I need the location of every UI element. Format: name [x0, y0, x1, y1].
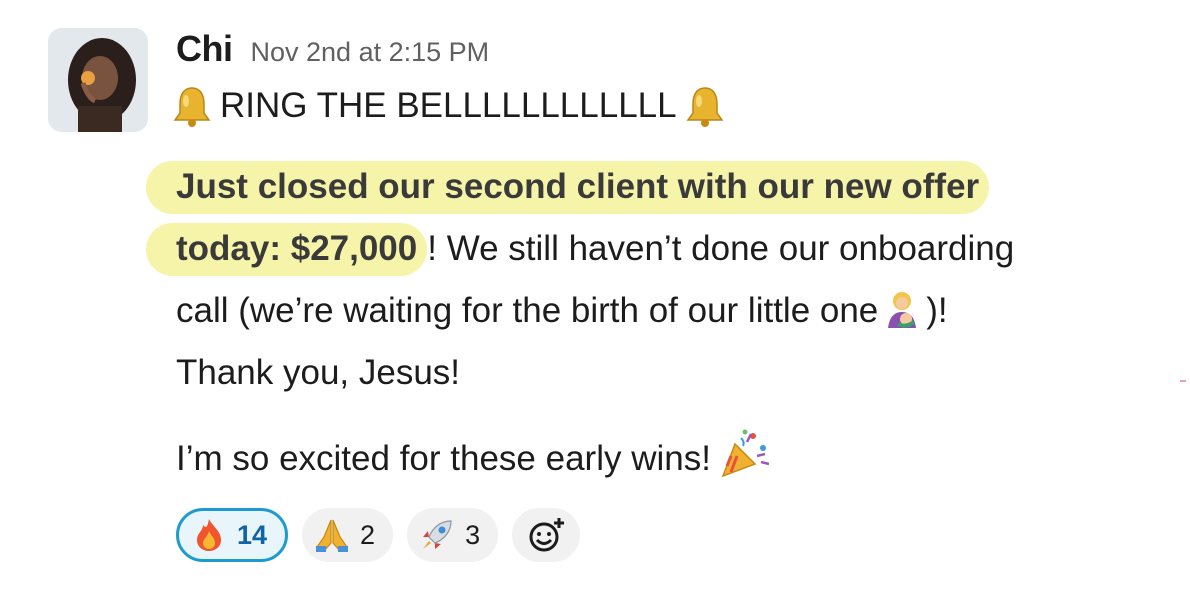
body-text: )!: [926, 291, 948, 330]
body-line: Thank you, Jesus!: [176, 353, 461, 392]
reactions-bar: 14 2 3: [176, 508, 1176, 562]
body-line: today: $27,000! We still haven’t done ou…: [146, 218, 1176, 280]
reaction-fire[interactable]: 14: [176, 508, 289, 562]
author-name[interactable]: Chi: [176, 28, 233, 70]
rocket-emoji: [423, 520, 452, 549]
body-line: Just closed our second client with our n…: [146, 156, 1176, 218]
add-reaction-button[interactable]: [512, 508, 581, 562]
avatar[interactable]: [48, 28, 148, 132]
avatar-photo: [48, 28, 148, 132]
body-text: I’m so excited for these early wins!: [176, 439, 711, 478]
reaction-count: 2: [360, 519, 376, 550]
message: Chi Nov 2nd at 2:15 PM RING THE BELLLLLL…: [146, 28, 1176, 562]
message-body: Just closed our second client with our n…: [146, 156, 1176, 490]
highlighted-text: Just closed our second client with our n…: [146, 161, 990, 214]
party-popper-emoji: [721, 429, 770, 478]
reaction-folded-hands[interactable]: 2: [302, 508, 394, 562]
bell-icon: [686, 87, 724, 127]
reaction-count: 14: [237, 519, 268, 550]
body-text: call (we’re waiting for the birth of our…: [176, 291, 879, 330]
body-line: I’m so excited for these early wins!: [176, 426, 1176, 490]
fire-emoji: [197, 519, 221, 551]
message-headline: RING THE BELLLLLLLLLLLL: [173, 78, 1176, 134]
breastfeeding-emoji: [888, 292, 917, 328]
add-reaction-icon: [529, 518, 565, 552]
folded-hands-emoji: [316, 519, 349, 552]
reaction-rocket[interactable]: 3: [407, 508, 499, 562]
body-line: call (we’re waiting for the birth of our…: [176, 280, 1176, 342]
reaction-count: 3: [465, 519, 481, 550]
bell-icon: [173, 87, 211, 127]
highlighted-text: today: $27,000: [146, 223, 428, 276]
body-text: ! We still haven’t done our onboarding: [427, 229, 1015, 268]
message-header: Chi Nov 2nd at 2:15 PM: [176, 28, 1176, 78]
timestamp[interactable]: Nov 2nd at 2:15 PM: [251, 37, 490, 68]
edge-mark: [1180, 380, 1186, 382]
headline-text: RING THE BELLLLLLLLLLLL: [220, 86, 677, 125]
